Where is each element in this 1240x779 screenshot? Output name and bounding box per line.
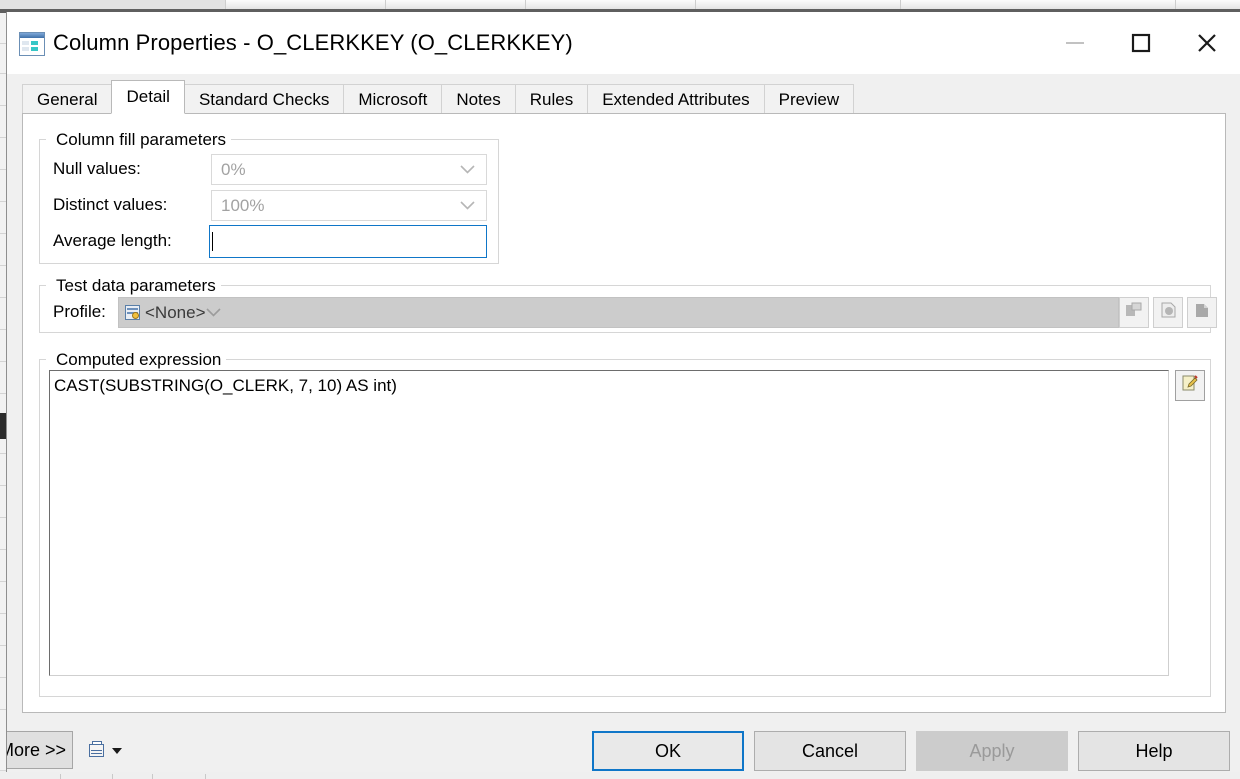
null-values-label: Null values: xyxy=(53,159,141,178)
ok-button[interactable]: OK xyxy=(592,731,744,771)
tab-label: Preview xyxy=(778,89,840,109)
tab-rules[interactable]: Rules xyxy=(514,84,589,114)
apply-button-label: Apply xyxy=(969,740,1015,761)
test-data-parameters-group: Test data parameters Profile: <None> xyxy=(39,276,1217,333)
group-title: Test data parameters xyxy=(51,276,221,296)
computed-expression-group: Computed expression CAST(SUBSTRING(O_CLE… xyxy=(39,350,1211,697)
edit-profile-button[interactable] xyxy=(1153,297,1183,328)
profile-grid-icon xyxy=(125,305,140,320)
edit-expression-button[interactable] xyxy=(1175,370,1205,401)
cancel-button[interactable]: Cancel xyxy=(754,731,906,771)
window-title: Column Properties - O_CLERKKEY (O_CLERKK… xyxy=(53,30,573,55)
group-title: Computed expression xyxy=(51,350,227,370)
profile-combo[interactable]: <None> xyxy=(118,297,1119,328)
pencil-edit-icon xyxy=(1181,374,1199,397)
help-button[interactable]: Help xyxy=(1078,731,1230,771)
new-profile-button[interactable] xyxy=(1119,297,1149,328)
help-button-label: Help xyxy=(1135,740,1173,761)
tab-general[interactable]: General xyxy=(22,84,113,114)
computed-expression-textarea[interactable]: CAST(SUBSTRING(O_CLERK, 7, 10) AS int) xyxy=(49,370,1169,676)
caret-down-icon[interactable] xyxy=(112,748,122,754)
close-button[interactable] xyxy=(1174,12,1240,74)
tab-preview[interactable]: Preview xyxy=(763,84,855,114)
remove-page-icon xyxy=(1193,301,1211,324)
detail-tab-panel: Column fill parameters Null values: 0% D… xyxy=(22,113,1226,713)
tab-label: Standard Checks xyxy=(198,89,330,109)
average-length-label: Average length: xyxy=(53,231,172,250)
title-bar: Column Properties - O_CLERKKEY (O_CLERKK… xyxy=(7,12,1240,74)
tab-label: Notes xyxy=(456,89,501,109)
tab-label: Rules xyxy=(529,89,574,109)
print-report-icon[interactable] xyxy=(89,741,105,758)
edit-page-icon xyxy=(1159,301,1177,324)
tab-notes[interactable]: Notes xyxy=(441,84,516,114)
null-values-combo[interactable]: 0% xyxy=(211,154,487,185)
apply-button: Apply xyxy=(916,731,1068,771)
tab-label: Detail xyxy=(126,87,170,106)
group-title: Column fill parameters xyxy=(51,130,232,150)
chevron-down-icon xyxy=(460,197,475,215)
delete-profile-button[interactable] xyxy=(1187,297,1217,328)
chevron-down-icon xyxy=(205,304,221,322)
more-button[interactable]: More >> xyxy=(7,731,73,769)
tab-strip: General Detail Standard Checks Microsoft… xyxy=(22,80,1226,114)
distinct-values-combo[interactable]: 100% xyxy=(211,190,487,221)
dialog-footer: More >> OK Cancel Apply Help xyxy=(7,719,1240,772)
distinct-values-label: Distinct values: xyxy=(53,195,168,214)
average-length-input[interactable] xyxy=(209,225,487,258)
column-properties-dialog: Column Properties - O_CLERKKEY (O_CLERKK… xyxy=(6,12,1240,772)
tab-label: Microsoft xyxy=(358,89,428,109)
column-fill-parameters-group: Column fill parameters Null values: 0% D… xyxy=(39,130,499,264)
window-controls xyxy=(1042,12,1240,74)
tab-detail[interactable]: Detail xyxy=(111,80,185,114)
maximize-button[interactable] xyxy=(1108,12,1174,74)
table-grid-icon xyxy=(19,32,45,56)
distinct-values-value: 100% xyxy=(221,195,265,215)
more-button-label: More >> xyxy=(7,739,66,760)
minimize-button[interactable] xyxy=(1042,12,1108,74)
tab-microsoft[interactable]: Microsoft xyxy=(343,84,443,114)
tab-label: Extended Attributes xyxy=(602,89,750,109)
profile-label: Profile: xyxy=(53,302,106,321)
background-app-toolbar xyxy=(0,0,1240,9)
text-caret xyxy=(212,232,213,251)
tab-standard-checks[interactable]: Standard Checks xyxy=(183,84,345,114)
cancel-button-label: Cancel xyxy=(801,740,859,761)
null-values-value: 0% xyxy=(221,159,246,179)
tab-extended-attributes[interactable]: Extended Attributes xyxy=(587,84,765,114)
computed-expression-value: CAST(SUBSTRING(O_CLERK, 7, 10) AS int) xyxy=(54,376,397,395)
profile-value: <None> xyxy=(145,302,206,322)
chevron-down-icon xyxy=(460,161,475,179)
tab-label: General xyxy=(37,89,98,109)
ok-button-label: OK xyxy=(654,740,681,761)
new-page-icon xyxy=(1125,301,1143,324)
